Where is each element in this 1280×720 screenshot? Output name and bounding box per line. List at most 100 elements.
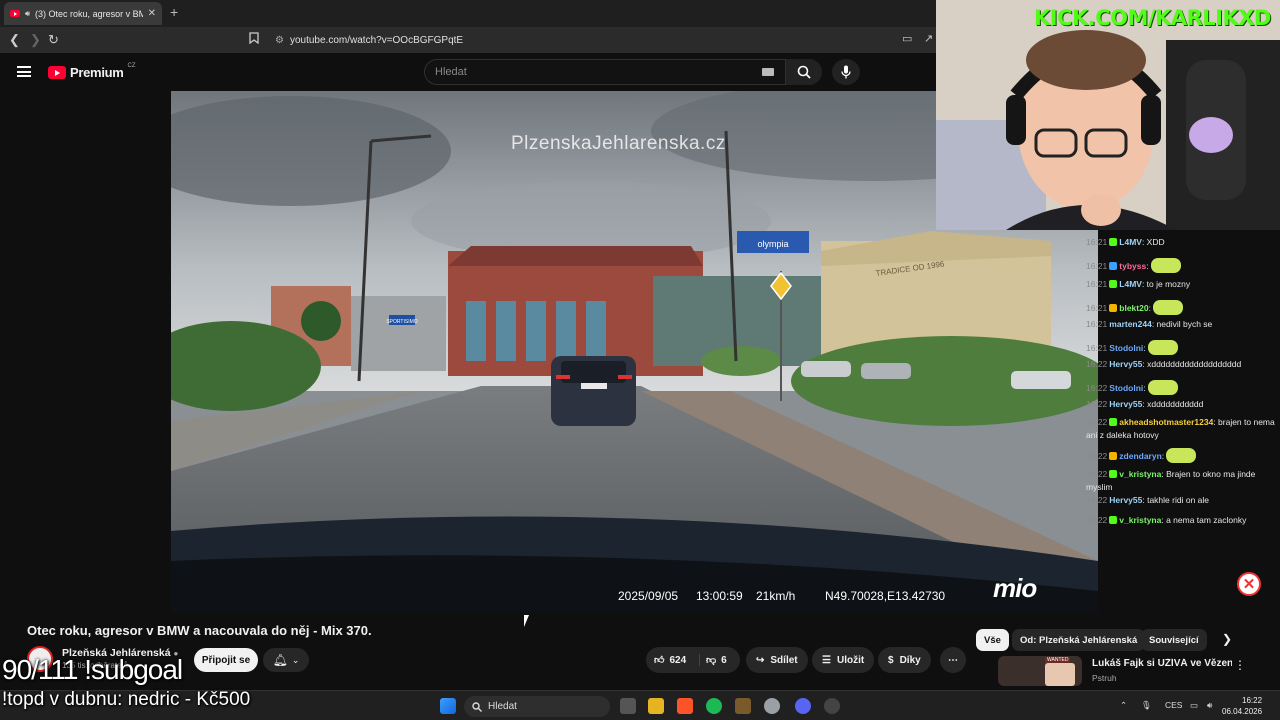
volume-icon[interactable]: 🔊︎ [1207,700,1212,711]
new-tab-button[interactable]: + [170,4,178,20]
cast-icon[interactable]: ▭ [902,32,912,45]
tab-title: (3) Otec roku, agresor v BMW a [35,8,143,19]
browser-tab[interactable]: 🔊︎ (3) Otec roku, agresor v BMW a ✕ [4,2,162,25]
language-indicator[interactable]: CES [1165,700,1182,710]
chat-message: 16:22 Stodolni: [1086,380,1276,395]
chip-from-channel[interactable]: Od: Plzeňská Jehlárenská [1012,629,1146,651]
chat-username[interactable]: Stodolni [1109,383,1143,393]
chat-timestamp: 16:22 [1086,383,1108,393]
chat-timestamp: 16:22 [1086,451,1108,461]
chat-badge-icon [1109,262,1118,270]
chat-username[interactable]: Stodolni [1109,343,1143,353]
osd-gps: N49.70028,E13.42730 [825,589,946,603]
osd-speed: 21km/h [756,589,796,603]
windows-start-icon[interactable] [440,698,456,714]
search-input[interactable]: Hledat [424,59,786,85]
taskbar-search[interactable]: Hledat [464,696,610,717]
chat-message: 16:22 zdendaryn: [1086,448,1276,463]
chip-next-icon[interactable]: ❯ [1222,632,1232,646]
chat-username[interactable]: zdendaryn [1119,451,1162,461]
share-button[interactable]: ↪ Sdílet [746,647,808,673]
tray-chevron-icon[interactable]: ⌃ [1120,700,1127,711]
keyboard-icon[interactable] [762,68,774,76]
forward-icon[interactable]: ❯ [30,32,41,48]
logo-country: CZ [127,62,136,69]
watch-metadata: Otec roku, agresor v BMW a nacouvala do … [0,612,1280,690]
close-overlay-icon[interactable]: ✕ [1237,572,1261,596]
obs-icon[interactable] [824,698,840,714]
webcam-image [936,0,1280,230]
share-label: Sdílet [770,654,798,666]
mic-tray-icon[interactable]: 🎙︎ [1141,700,1152,711]
chat-badge-icon [1109,516,1118,524]
menu-icon[interactable] [17,66,31,77]
thanks-button[interactable]: $ Díky [878,647,931,673]
search-button[interactable] [786,59,822,85]
chat-message: 16:22 Hervy55: xddddddddddd [1086,398,1276,411]
search-icon [797,65,811,79]
tab-close-icon[interactable]: ✕ [148,8,156,19]
chat-username[interactable]: Hervy55 [1109,399,1142,409]
network-icon[interactable]: ▭ [1190,700,1198,711]
save-icon: ☰ [822,654,831,666]
share-page-icon[interactable]: ↗ [924,32,933,45]
osd-date: 2025/09/05 [618,589,679,603]
chat-username[interactable]: v_kristyna [1119,515,1161,525]
voice-search-button[interactable] [832,59,860,85]
chat-timestamp: 16:21 [1086,237,1108,247]
chat-timestamp: 16:22 [1086,417,1108,427]
chat-badge-icon [1109,470,1118,478]
chip-related[interactable]: Související [1141,629,1207,651]
chat-emote-icon [1147,340,1178,355]
save-button[interactable]: ☰ Uložit [812,647,875,673]
clock-date: 06.04.2026 [1222,707,1263,716]
chat-username[interactable]: tybyss [1119,261,1146,271]
url-text: youtube.com/watch?v=OOcBGFGPqtE [289,34,464,46]
discord-icon[interactable] [795,698,811,714]
subscribed-bell-button[interactable]: 🔔︎ ⌄ [263,648,309,672]
chat-text: : [1161,451,1165,461]
youtube-play-icon [48,66,66,79]
chat-username[interactable]: blekt20 [1119,303,1148,313]
logo-text: Premium [70,65,124,80]
chat-message: 16:21 L4MV: XDD [1086,236,1276,249]
bookmark-icon[interactable] [249,32,259,47]
chip-all[interactable]: Vše [976,629,1009,651]
file-explorer-icon[interactable] [648,698,664,714]
chevron-down-icon: ⌄ [291,654,300,665]
youtube-logo[interactable]: Premium CZ [48,62,136,80]
chat-username[interactable]: L4MV [1119,237,1142,247]
taskbar-clock[interactable]: 16:22 06.04.2026 [1222,695,1262,717]
like-button[interactable]: 👍︎ 624 [646,654,700,666]
chat-username[interactable]: akheadshotmaster1234 [1119,417,1213,427]
join-button[interactable]: Připojit se [194,648,258,672]
spotify-icon[interactable] [706,698,722,714]
stream-chat: 16:21 L4MV: XDD 16:21 tybyss: 16:21 L4MV: to … [1083,230,1280,530]
ccleaner-icon[interactable] [764,698,780,714]
chat-badge-icon [1109,280,1118,288]
thanks-label: Díky [899,654,921,666]
brave-browser-icon[interactable] [677,698,693,714]
url-field[interactable]: ⚙︎ youtube.com/watch?v=OOcBGFGPqtE [275,30,895,50]
chat-message: 16:21 tybyss: [1086,258,1276,273]
topd-overlay: !topd v dubnu: nedric - Kč500 [2,689,251,710]
chat-username[interactable]: marten244 [1109,319,1152,329]
back-icon[interactable]: ❮ [9,32,20,48]
chat-username[interactable]: Hervy55 [1109,359,1142,369]
related-channel: Pstruh [1092,673,1117,683]
chat-message: 16:22 Hervy55: xddddddddddddddddddd [1086,358,1276,371]
dislike-button[interactable]: 👎︎ 6 [706,654,727,667]
related-more-icon[interactable]: ⋮ [1234,658,1246,672]
reload-icon[interactable]: ↻ [48,32,59,48]
chat-username[interactable]: L4MV [1119,279,1142,289]
chat-text: : [1148,303,1151,313]
site-settings-icon[interactable]: ⚙︎ [275,35,284,46]
chat-username[interactable]: v_kristyna [1119,469,1161,479]
chat-username[interactable]: Hervy55 [1109,495,1142,505]
chat-message: 16:22 akheadshotmaster1234: brajen to nem… [1086,416,1276,442]
video-title: Otec roku, agresor v BMW a nacouvala do … [27,623,372,638]
more-actions-button[interactable]: ⋯ [940,647,966,673]
task-view-icon[interactable] [620,698,636,714]
chat-timestamp: 16:21 [1086,261,1108,271]
app-icon[interactable] [735,698,751,714]
